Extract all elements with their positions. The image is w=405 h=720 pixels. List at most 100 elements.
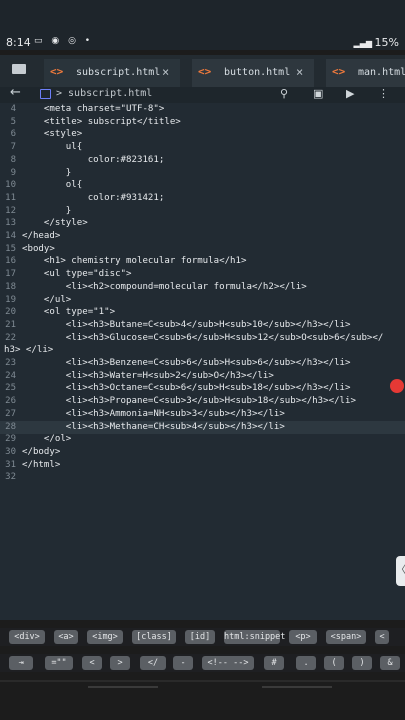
snippet-chip[interactable]: <span> [326,630,366,644]
code-line[interactable]: ul{ [22,142,82,152]
folder-icon[interactable] [12,64,26,74]
breadcrumb[interactable]: > subscript.html [56,88,152,99]
code-line[interactable]: <li><h3>Benzene=C<sub>6</sub>H<sub>6</su… [22,358,351,368]
side-panel-handle[interactable]: 〈 [396,556,405,586]
close-icon[interactable]: × [162,65,169,79]
tab-button[interactable]: <> button.html × [192,59,314,87]
code-line[interactable]: <h1> chemistry molecular formula</h1> [22,256,247,266]
floating-record-button[interactable] [390,379,404,393]
code-line[interactable]: </ol> [22,434,71,444]
snippet-chip[interactable]: <img> [87,630,123,644]
nav-handle-right [262,686,332,688]
code-line[interactable]: </head> [22,231,60,241]
snippet-chip[interactable]: < [375,630,389,644]
snippet-chip[interactable]: & [380,656,400,670]
code-line[interactable]: <li><h3>Ammonia=NH<sub>3</sub></h3></li> [22,409,285,419]
snippet-chip[interactable]: <a> [54,630,78,644]
snippet-chip[interactable]: > [110,656,130,670]
code-line[interactable]: <li><h3>Glucose=C<sub>6</sub>H<sub>12</s… [22,333,384,343]
line-number: 9 [10,167,16,178]
more-icon[interactable]: ⋮ [378,87,389,100]
line-number: 31 [5,459,16,470]
run-icon[interactable]: ▶ [346,87,354,100]
snippet-chip[interactable]: <div> [9,630,45,644]
save-icon[interactable]: ▣ [313,87,323,100]
code-line[interactable]: <li><h3>Methane=CH<sub>4</sub></h3></li> [22,422,285,432]
snippet-chip[interactable]: <p> [289,630,317,644]
back-arrow-icon[interactable]: ← [10,85,21,100]
line-number: 19 [5,294,16,305]
code-line[interactable]: </html> [22,460,60,470]
code-line[interactable]: ol{ [22,180,82,190]
code-line[interactable]: <body> [22,244,55,254]
snippet-bar-symbols: ⇥ ="" < > </- <!-- --> #. () & [0,654,405,672]
line-number: 13 [5,218,16,229]
tab-subscript[interactable]: <> subscript.html × [44,59,180,87]
code-line[interactable]: color:#931421; [22,193,165,203]
line-number: 12 [5,205,16,216]
editor-toolbar: ← > subscript.html ⚲ ▣ ▶ ⋮ [0,85,405,103]
line-number: 22 [5,332,16,343]
code-line[interactable]: h3> </li> [4,345,53,355]
line-number: 5 [10,116,16,127]
tab-bar: <> subscript.html × <> button.html × <> … [0,55,405,87]
line-number: 30 [5,446,16,457]
line-number: 18 [5,281,16,292]
nav-divider [0,680,405,682]
line-number: 10 [5,180,16,191]
snippet-chip[interactable]: ="" [45,656,73,670]
tab-man[interactable]: <> man.html [326,59,405,87]
line-number: 24 [5,370,16,381]
code-line[interactable]: <ul type="disc"> [22,269,132,279]
line-number: 15 [5,243,16,254]
code-line[interactable]: <li><h3>Propane=C<sub>3</sub>H<sub>18</s… [22,396,356,406]
code-line[interactable]: </ul> [22,295,71,305]
line-number: 16 [5,256,16,267]
line-number: 4 [10,104,16,114]
snippet-chip[interactable]: ⇥ [9,656,33,670]
snippet-chip[interactable]: </ [140,656,166,670]
code-line[interactable]: <style> [22,129,82,139]
line-number: 32 [5,472,16,483]
snippet-chip[interactable]: - [173,656,193,670]
code-line[interactable]: <li><h2>compound=molecular formula</h2><… [22,282,307,292]
snippet-chip[interactable]: [id] [185,630,215,644]
line-number: 23 [5,358,16,368]
code-line[interactable]: } [22,206,71,216]
code-line[interactable]: </style> [22,218,88,228]
signal-icon: ▂▄▆ [353,39,375,48]
code-line[interactable]: <li><h3>Octane=C<sub>6</sub>H<sub>18</su… [22,383,351,393]
battery-percent: 15% [374,36,399,49]
search-icon[interactable]: ⚲ [280,87,288,100]
line-number: 7 [10,142,16,153]
html-code-icon: <> [198,65,212,78]
snippet-chip[interactable]: < [82,656,102,670]
line-number: 20 [5,307,16,318]
code-line[interactable]: <title> subscript</title> [22,117,181,127]
snippet-chip[interactable]: ( [324,656,344,670]
html-code-icon: <> [332,65,346,78]
snippet-chip[interactable]: html:snippet [224,630,285,644]
snippet-chip[interactable]: [class] [132,630,176,644]
line-number: 8 [10,154,16,165]
code-line[interactable]: <li><h3>Water=H<sub>2</sub>O</h3></li> [22,371,274,381]
code-line[interactable]: } [22,168,71,178]
close-icon[interactable]: × [296,65,303,79]
code-line[interactable]: <li><h3>Butane=C<sub>4</sub>H<sub>10</su… [22,320,351,330]
code-line[interactable]: </body> [22,447,60,457]
snippet-chip[interactable]: <!-- --> [202,656,254,670]
code-line[interactable]: <meta charset="UTF-8"> [22,104,164,114]
line-number: 26 [5,396,16,407]
code-line[interactable]: color:#823161; [22,155,165,165]
snippet-chip[interactable]: . [296,656,316,670]
navigation-bar [0,678,405,720]
snippet-chip[interactable]: # [264,656,284,670]
tab-label: button.html [224,67,291,78]
line-number: 25 [5,383,16,394]
html-code-icon: <> [50,65,64,78]
status-time: 8:14 [6,36,31,49]
code-editor[interactable]: 4 <meta charset="UTF-8"> 5 <title> subscr… [0,103,405,620]
code-line[interactable]: <ol type="1"> [22,307,115,317]
tab-label: man.html [358,67,405,78]
snippet-chip[interactable]: ) [352,656,372,670]
